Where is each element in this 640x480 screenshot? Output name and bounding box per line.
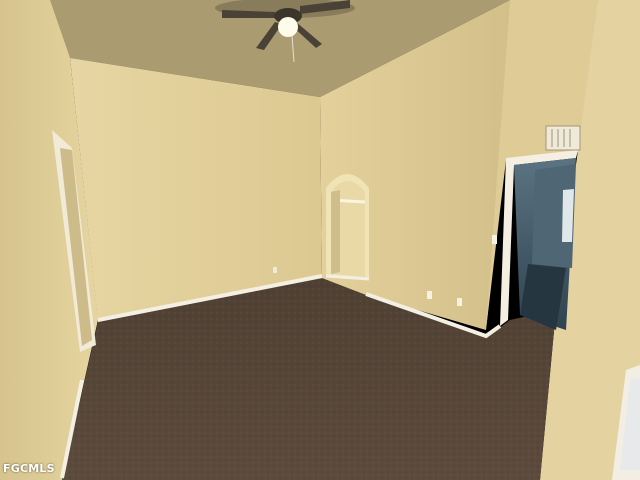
wall-outlet — [273, 267, 277, 273]
closet-side-shadow — [331, 190, 340, 274]
room-photo: FGCMLS — [0, 0, 640, 480]
hallway-window — [562, 189, 574, 242]
fan-light — [278, 17, 298, 37]
wall-outlet — [427, 291, 432, 299]
light-switch — [492, 235, 497, 244]
watermark: FGCMLS — [3, 462, 55, 475]
room-illustration — [0, 0, 640, 480]
wall-outlet — [457, 298, 462, 306]
air-vent — [545, 125, 581, 151]
